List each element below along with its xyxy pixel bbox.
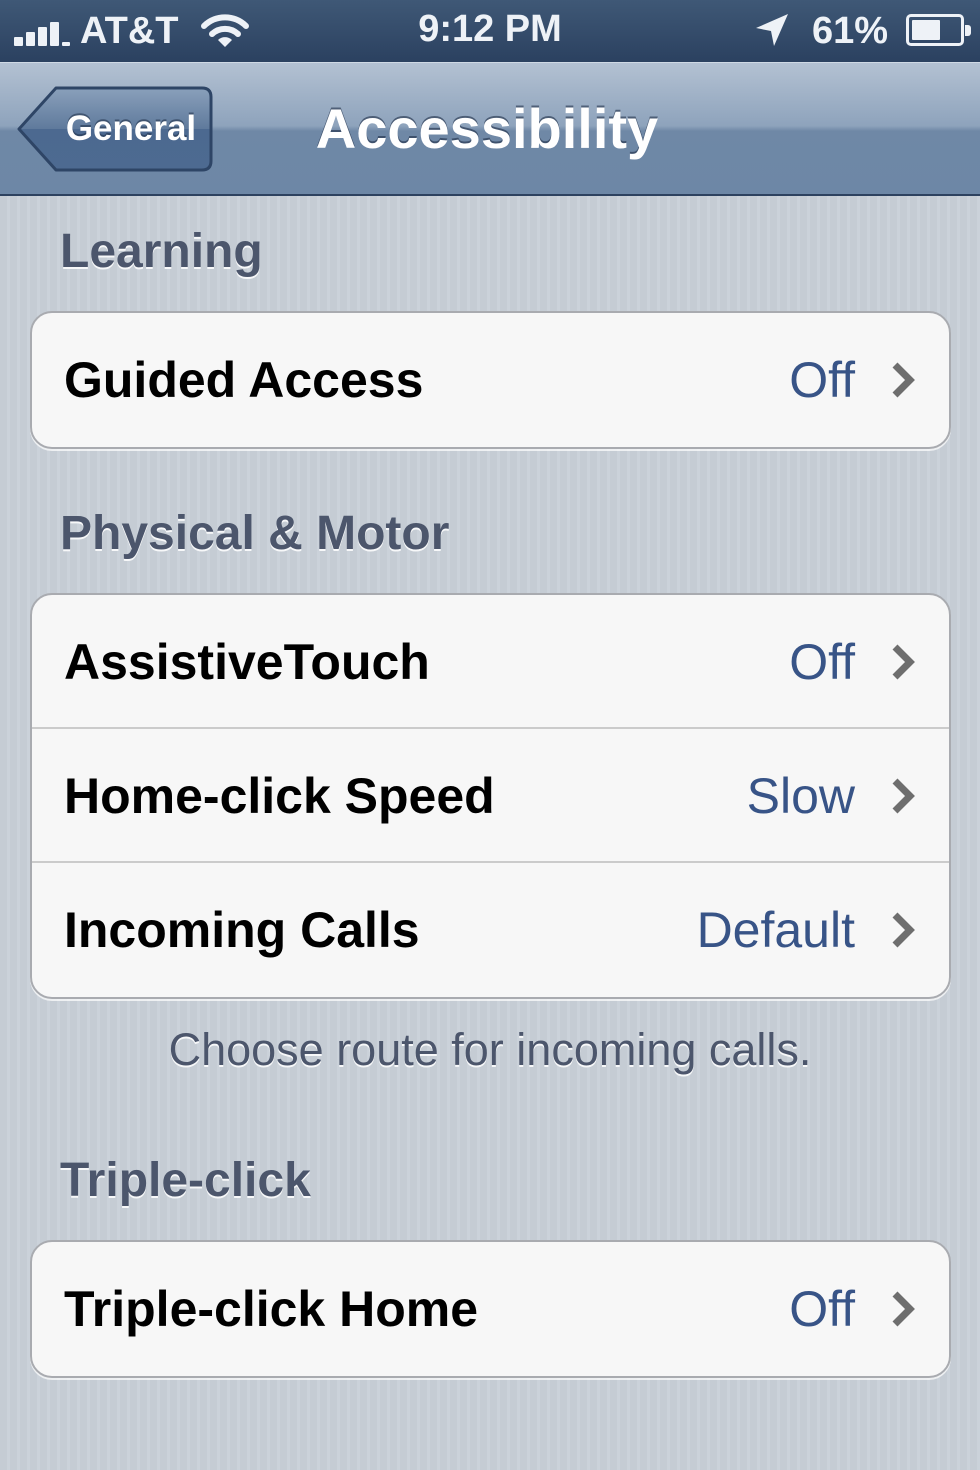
battery-fill <box>912 20 940 40</box>
page-title-text: Accessibility <box>315 97 659 160</box>
settings-group-learning: Guided Access Off <box>30 311 951 449</box>
row-label: Guided Access <box>64 352 424 408</box>
row-value: Off <box>789 634 855 690</box>
row-label: AssistiveTouch <box>64 634 430 690</box>
row-value: Default <box>696 902 855 958</box>
section-header-physical-motor: Physical & Motor <box>60 507 450 560</box>
chevron-right-icon <box>892 1291 915 1327</box>
row-label: Incoming Calls <box>64 902 420 958</box>
status-bar: AT&T 9:12 PM 61% <box>0 0 980 62</box>
row-value: Off <box>789 1281 855 1337</box>
settings-group-triple-click: Triple-click Home Off <box>30 1240 951 1378</box>
section-header-triple-click: Triple-click <box>60 1154 311 1207</box>
row-value: Off <box>789 352 855 408</box>
row-guided-access[interactable]: Guided Access Off <box>32 313 949 447</box>
row-triple-click-home[interactable]: Triple-click Home Off <box>32 1242 949 1376</box>
settings-group-physical-motor: AssistiveTouch Off Home-click Speed Slow… <box>30 593 951 999</box>
row-label: Triple-click Home <box>64 1281 479 1337</box>
row-label: Home-click Speed <box>64 768 495 824</box>
chevron-right-icon <box>892 778 915 814</box>
battery-icon <box>906 14 971 46</box>
location-arrow-icon <box>756 14 788 46</box>
navigation-bar: Accessibility General <box>0 62 980 196</box>
chevron-right-icon <box>892 644 915 680</box>
row-value: Slow <box>746 768 855 824</box>
row-home-click-speed[interactable]: Home-click Speed Slow <box>32 729 949 863</box>
section-header-learning: Learning <box>60 225 263 278</box>
chevron-right-icon <box>892 912 915 948</box>
battery-percent: 61% <box>812 10 889 52</box>
back-button-label: General <box>65 109 197 148</box>
chevron-right-icon <box>892 362 915 398</box>
back-button[interactable]: General <box>16 85 214 173</box>
section-footer-note: Choose route for incoming calls. <box>168 1024 812 1075</box>
row-incoming-calls[interactable]: Incoming Calls Default <box>32 863 949 997</box>
row-assistivetouch[interactable]: AssistiveTouch Off <box>32 595 949 729</box>
